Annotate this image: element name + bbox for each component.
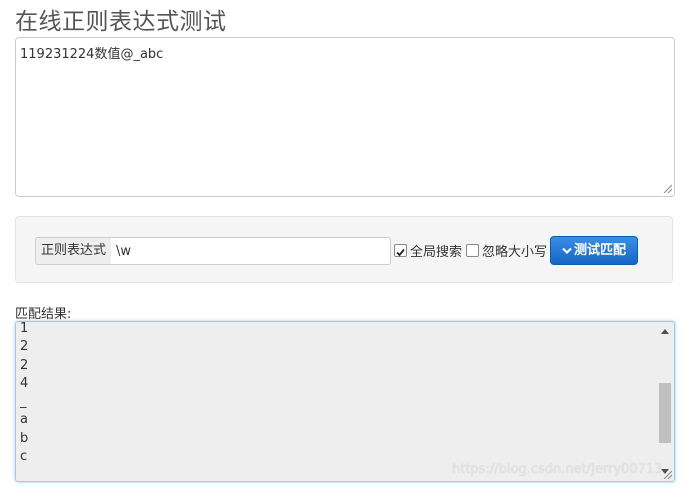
result-line: c xyxy=(20,449,28,465)
result-line: a xyxy=(20,412,28,428)
test-match-button-label: 测试匹配 xyxy=(573,243,626,258)
result-line: 1 xyxy=(20,321,29,336)
page-title: 在线正则表达式测试 xyxy=(15,9,227,35)
result-list: 1 2 2 4 _a b c xyxy=(20,321,29,466)
source-text-area[interactable]: 119231224数值@_abc xyxy=(15,37,675,197)
regex-label: 正则表达式 xyxy=(35,237,113,265)
result-line: 2 xyxy=(20,339,29,355)
ignore-case-label: 忽略大小写 xyxy=(482,245,548,260)
regex-input[interactable] xyxy=(111,237,391,265)
checkmark-icon xyxy=(396,248,405,257)
result-line: _ xyxy=(20,394,27,410)
result-box[interactable]: 1 2 2 4 _a b c xyxy=(15,321,675,482)
result-line: 4 xyxy=(20,375,29,391)
global-search-label: 全局搜索 xyxy=(410,245,463,260)
result-label: 匹配结果: xyxy=(15,307,72,322)
global-search-checkbox[interactable] xyxy=(394,244,407,257)
scroll-up-arrow-icon[interactable] xyxy=(661,329,669,334)
scroll-thumb[interactable] xyxy=(659,383,671,443)
chevron-down-icon xyxy=(562,247,572,254)
test-match-button[interactable]: 测试匹配 xyxy=(550,236,638,265)
result-scrollbar[interactable] xyxy=(657,322,674,481)
ignore-case-checkbox[interactable] xyxy=(466,244,479,257)
resize-grip-icon[interactable] xyxy=(663,184,672,193)
control-panel: 正则表达式 全局搜索 忽略大小写 测试匹配 xyxy=(15,216,673,283)
regex-tester-page: 在线正则表达式测试 119231224数值@_abc 正则表达式 全局搜索 忽略… xyxy=(0,0,686,490)
result-line: 2 xyxy=(20,357,29,373)
result-line: b xyxy=(20,430,29,446)
result-resize-grip-icon[interactable] xyxy=(663,470,672,479)
watermark-text: https://blog.csdn.net/Jerry00713 xyxy=(452,462,663,477)
